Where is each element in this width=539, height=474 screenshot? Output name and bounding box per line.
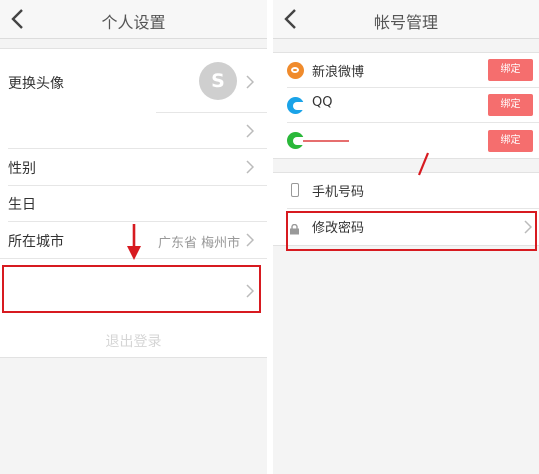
weibo-icon (287, 62, 304, 79)
settings-item-nickname[interactable] (0, 113, 267, 149)
bind-qq-button[interactable]: 绑定 (488, 94, 533, 116)
social-item-weibo: 新浪微博 绑定 (273, 53, 539, 88)
city-value: 广东省 梅州市 (158, 236, 241, 251)
qq-icon (287, 97, 304, 114)
chevron-right-icon (246, 124, 254, 138)
personal-settings-screen: 个人设置 更换头像 S 性别 生日 所在城市 广东省 梅州市 退出登录 (0, 0, 267, 474)
redacted-name-mark (303, 140, 349, 142)
logout-button[interactable]: 退出登录 (0, 323, 267, 358)
social-binding-list: 新浪微博 绑定 QQ 绑定 绑定 (273, 52, 539, 159)
settings-item-label: 性别 (8, 161, 36, 177)
page-title: 个人设置 (101, 13, 166, 32)
settings-item-label: 所在城市 (8, 234, 64, 250)
social-item-wechat: 绑定 (273, 123, 539, 158)
social-name: QQ (312, 95, 333, 110)
nav-bar: 帐号管理 (273, 0, 539, 39)
settings-item-gender[interactable]: 性别 (0, 149, 267, 186)
settings-item-label: 手机号码 (312, 185, 365, 200)
down-arrow-icon (125, 222, 143, 262)
logout-label: 退出登录 (105, 334, 162, 350)
account-management-screen: 帐号管理 新浪微博 绑定 QQ 绑定 绑定 手机号码 修改密码 (273, 0, 539, 474)
chevron-right-icon (246, 75, 254, 89)
avatar-glyph: S (211, 70, 225, 92)
settings-item-label: 更换头像 (8, 76, 64, 92)
settings-item-phone[interactable]: 手机号码 (273, 173, 539, 208)
social-name: 新浪微博 (312, 65, 365, 80)
bind-wechat-button[interactable]: 绑定 (488, 130, 533, 152)
highlight-box (286, 211, 537, 251)
bind-weibo-button[interactable]: 绑定 (488, 59, 533, 81)
wechat-icon (287, 132, 304, 149)
page-title: 帐号管理 (373, 13, 438, 32)
phone-icon (291, 183, 299, 197)
settings-item-birthday[interactable]: 生日 (0, 186, 267, 222)
chevron-right-icon (246, 160, 254, 174)
pointer-stroke-mark (416, 152, 430, 176)
chevron-right-icon (246, 233, 254, 247)
highlight-box (2, 265, 261, 313)
settings-item-label: 生日 (8, 197, 36, 213)
nav-bar: 个人设置 (0, 0, 267, 39)
avatar: S (199, 62, 237, 100)
social-item-qq: QQ 绑定 (273, 88, 539, 123)
settings-item-avatar[interactable]: 更换头像 S (0, 49, 267, 113)
